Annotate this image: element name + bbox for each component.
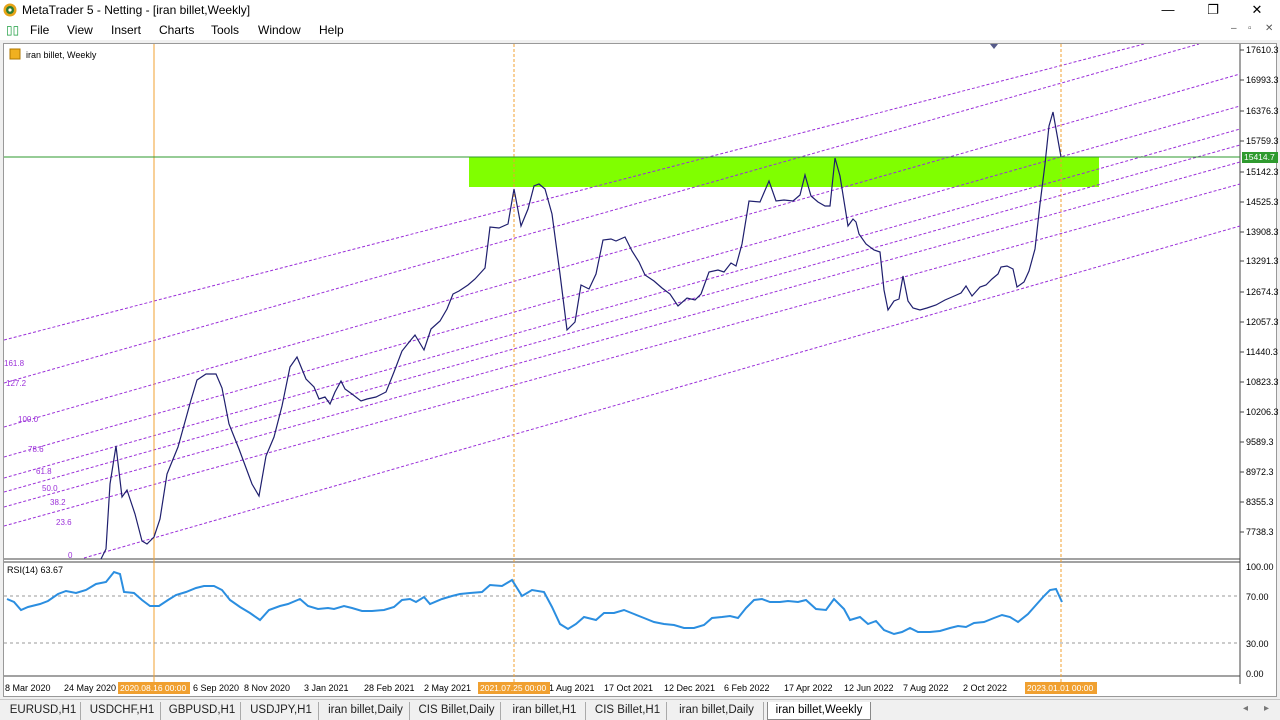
date-label: 24 May 2020 <box>64 683 116 693</box>
menu-view[interactable]: View <box>67 23 93 37</box>
price-label: 13908.3 <box>1246 227 1278 237</box>
minimize-button[interactable]: — <box>1145 0 1191 20</box>
mdi-restore-button[interactable]: ▫ <box>1248 23 1252 34</box>
price-label: 14525.3 <box>1246 197 1278 207</box>
tab-iran-billet-daily-2[interactable]: iran billet,Daily <box>670 702 764 720</box>
menu-insert[interactable]: Insert <box>111 23 141 37</box>
price-label: 12057.3 <box>1246 317 1278 327</box>
tab-gbpusd-h1[interactable]: GBPUSD,H1 <box>164 702 241 720</box>
price-label: 17610.3 <box>1246 45 1278 55</box>
menu-window[interactable]: Window <box>258 23 301 37</box>
fib-label-1618: 161.8 <box>4 359 25 368</box>
date-label: 6 Feb 2022 <box>724 683 770 693</box>
price-label: 15759.3 <box>1246 136 1278 146</box>
price-label: 8972.3 <box>1246 467 1274 477</box>
chart-symbol-label: iran billet, Weekly <box>26 50 97 60</box>
price-label: 7738.3 <box>1246 527 1274 537</box>
window-title: MetaTrader 5 - Netting - [iran billet,We… <box>22 3 251 17</box>
price-label: 10206.3 <box>1246 407 1278 417</box>
date-label: 12 Jun 2022 <box>844 683 894 693</box>
date-label: 12 Dec 2021 <box>664 683 715 693</box>
menu-charts[interactable]: Charts <box>159 23 194 37</box>
date-label: 7 Aug 2022 <box>903 683 949 693</box>
rsi-axis-label: 70.00 <box>1246 592 1269 602</box>
date-label: 17 Apr 2022 <box>784 683 833 693</box>
tab-scroll-left-icon[interactable]: ◂ <box>1243 703 1248 714</box>
date-badge-label: 2020.08.16 00:00 <box>120 683 186 693</box>
fib-label-0: 0 <box>68 551 73 560</box>
date-badge-label: 2021.07.25 00:00 <box>480 683 546 693</box>
rsi-line <box>6 570 1063 636</box>
date-label: 1 Aug 2021 <box>549 683 595 693</box>
fib-label-236: 23.6 <box>56 518 72 527</box>
title-bar: MetaTrader 5 - Netting - [iran billet,We… <box>0 0 1280 20</box>
tab-eurusd-h1[interactable]: EURUSD,H1 <box>6 702 81 720</box>
fib-label-1000: 100.0 <box>18 415 39 424</box>
chart-window[interactable]: 161.8 127.2 100.0 78.6 61.8 50.0 38.2 23… <box>3 43 1279 698</box>
price-label: 11440.3 <box>1246 347 1278 357</box>
chart-canvas[interactable]: 161.8 127.2 100.0 78.6 61.8 50.0 38.2 23… <box>3 43 1279 698</box>
menu-bar: ▯▯ File View Insert Charts Tools Window … <box>0 20 1280 40</box>
mdi-minimize-button[interactable]: – <box>1231 23 1237 34</box>
metatrader-logo-icon <box>3 3 17 17</box>
date-badge-label: 2023.01.01 00:00 <box>1027 683 1093 693</box>
fib-label-1272: 127.2 <box>6 379 27 388</box>
tab-iran-billet-weekly[interactable]: iran billet,Weekly <box>767 702 871 720</box>
tab-iran-billet-h1[interactable]: iran billet,H1 <box>504 702 586 720</box>
current-price-label: 15414.7 <box>1244 152 1275 162</box>
rsi-axis-label: 30.00 <box>1246 639 1269 649</box>
date-label: 2 Oct 2022 <box>963 683 1007 693</box>
tab-cis-billet-daily[interactable]: CIS Billet,Daily <box>413 702 501 720</box>
rsi-label: RSI(14) 63.67 <box>7 565 63 575</box>
price-label: 16376.3 <box>1246 106 1278 116</box>
date-label: 28 Feb 2021 <box>364 683 415 693</box>
fib-label-786: 78.6 <box>28 445 44 454</box>
date-label: 8 Mar 2020 <box>5 683 51 693</box>
chart-tab-bar: EURUSD,H1 USDCHF,H1 GBPUSD,H1 USDJPY,H1 … <box>0 699 1280 720</box>
date-label: 3 Jan 2021 <box>304 683 349 693</box>
rsi-axis-label: 0.00 <box>1246 669 1264 679</box>
date-label: 6 Sep 2020 <box>193 683 239 693</box>
price-label: 16993.3 <box>1246 75 1278 85</box>
maximize-button[interactable]: ❐ <box>1190 0 1236 20</box>
menu-file[interactable]: File <box>30 23 49 37</box>
fib-label-382: 38.2 <box>50 498 66 507</box>
price-label: 12674.3 <box>1246 287 1278 297</box>
date-label: 8 Nov 2020 <box>244 683 290 693</box>
price-label: 10823.3 <box>1246 377 1278 387</box>
chart-window-icon <box>9 48 21 60</box>
tab-scroll-right-icon[interactable]: ▸ <box>1264 703 1269 714</box>
price-label: 15142.3 <box>1246 167 1278 177</box>
fib-label-618: 61.8 <box>36 467 52 476</box>
tab-cis-billet-h1[interactable]: CIS Billet,H1 <box>589 702 667 720</box>
tab-usdchf-h1[interactable]: USDCHF,H1 <box>84 702 161 720</box>
date-label: 17 Oct 2021 <box>604 683 653 693</box>
rsi-axis-label: 100.00 <box>1246 562 1274 572</box>
tab-iran-billet-daily[interactable]: iran billet,Daily <box>322 702 410 720</box>
price-label: 9589.3 <box>1246 437 1274 447</box>
menu-help[interactable]: Help <box>319 23 344 37</box>
fib-label-500: 50.0 <box>42 484 58 493</box>
date-label: 2 May 2021 <box>424 683 471 693</box>
mdi-close-button[interactable]: ✕ <box>1265 23 1273 34</box>
price-label: 13291.3 <box>1246 256 1278 266</box>
tab-usdjpy-h1[interactable]: USDJPY,H1 <box>244 702 319 720</box>
price-label: 8355.3 <box>1246 497 1274 507</box>
chart-candles-icon[interactable]: ▯▯ <box>6 23 19 37</box>
close-button[interactable]: ✕ <box>1234 0 1280 20</box>
menu-tools[interactable]: Tools <box>211 23 239 37</box>
